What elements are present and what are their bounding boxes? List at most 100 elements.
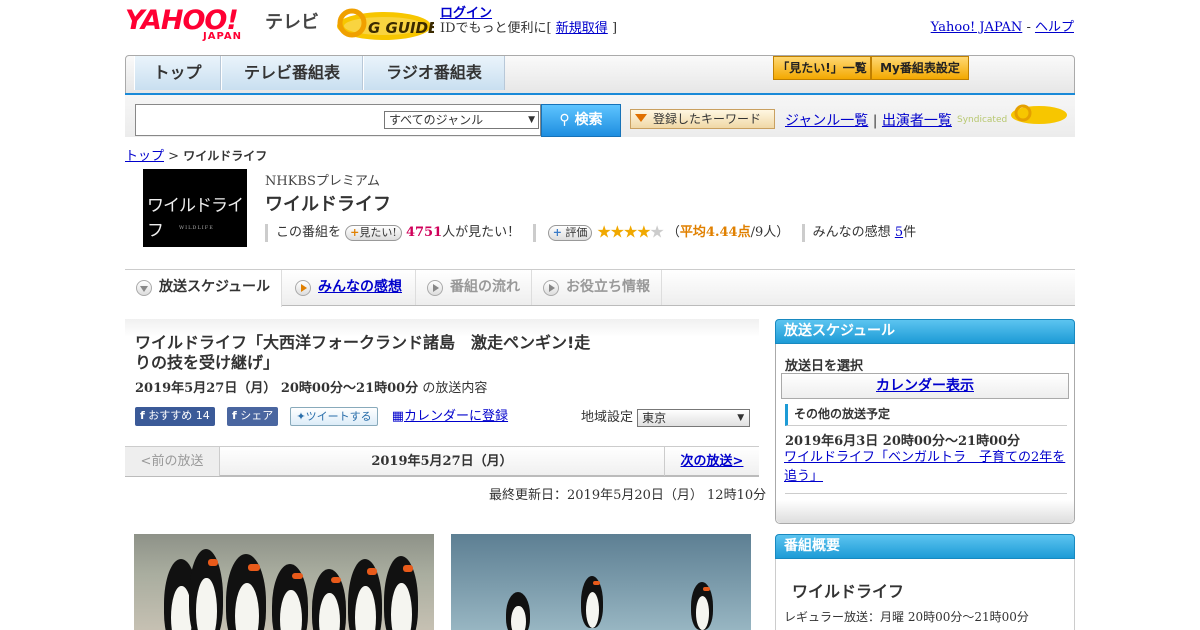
episode-datetime: 2019年5月27日（月） 20時00分～21時00分	[135, 381, 419, 396]
program-title: ワイルドライフ	[265, 194, 391, 215]
gguide-logo-text: G GUIDE	[368, 19, 434, 37]
gguide-logo: G GUIDE	[334, 6, 439, 42]
syndicated-label: Syndicated	[957, 115, 1007, 125]
genre-list-link[interactable]: ジャンル一覧	[785, 113, 868, 129]
penguin-shape	[581, 576, 603, 628]
help-link[interactable]: ヘルプ	[1035, 20, 1074, 35]
breadcrumb: トップ > ワイルドライフ	[125, 145, 267, 164]
signup-link[interactable]: 新規取得	[556, 21, 608, 36]
region-setting: 地域設定 東京 ▼	[581, 406, 751, 427]
genre-select[interactable]: すべてのジャンル ▼	[384, 111, 539, 129]
chevron-down-icon: ▼	[737, 412, 745, 423]
thumbnail-subtitle: WILDLIFE	[179, 225, 214, 231]
top-links: Yahoo! JAPAN - ヘルプ	[931, 16, 1074, 35]
registered-keyword-button[interactable]: 登録したキーワード	[630, 109, 775, 129]
episode-title: ワイルドライフ「大西洋フォークランド諸島 激走ペンギン!走りの技を受け継げ」	[135, 333, 591, 372]
tweet-label: ツイートする	[305, 410, 372, 423]
chevron-down-icon: ▼	[528, 115, 535, 125]
dropdown-arrow-icon	[635, 114, 647, 122]
nav-tab-radio-schedule[interactable]: ラジオ番組表	[363, 56, 505, 90]
overview-panel-title: 番組概要	[775, 534, 1075, 559]
tweet-button[interactable]: ✦ツイートする	[290, 407, 378, 426]
mitai-count: 4751	[405, 225, 443, 240]
overview-regular-broadcast: レギュラー放送：月曜 20時00分～21時00分	[784, 610, 1029, 624]
next-broadcast: 次の放送>	[664, 447, 759, 476]
tab-useful-info-label: お役立ち情報	[566, 279, 650, 295]
separator	[265, 223, 268, 242]
tab-program-flow: 番組の流れ	[416, 270, 532, 305]
yahoo-japan-link[interactable]: Yahoo! JAPAN	[931, 20, 1023, 35]
penguin-shape	[691, 582, 713, 630]
prev-broadcast: <前の放送	[125, 447, 220, 476]
schedule-panel-title: 放送スケジュール	[775, 319, 1075, 344]
other-broadcast-date: 2019年6月3日 20時00分～21時00分	[785, 434, 1021, 449]
login-note-end: ]	[611, 21, 618, 36]
region-value: 東京	[642, 410, 667, 425]
rating-average: 平均4.44点	[679, 225, 751, 240]
facebook-share-label: シェア	[240, 409, 274, 422]
social-row: f おすすめ 14 f シェア ✦ツイートする ▦カレンダーに登録	[135, 405, 508, 426]
genre-selected: すべてのジャンル	[389, 113, 484, 127]
nav-tab-top[interactable]: トップ	[134, 56, 221, 90]
login-note: IDでもっと便利に[	[440, 21, 552, 36]
tab-broadcast-schedule[interactable]: 放送スケジュール	[125, 270, 282, 307]
facebook-recommend-button[interactable]: f おすすめ 14	[135, 407, 215, 426]
penguin-shape	[226, 554, 266, 630]
tab-impressions-label: みんなの感想	[318, 279, 402, 295]
other-broadcast-link[interactable]: ワイルドライフ「ベンガルトラ 子育ての2年を追う」	[784, 450, 1065, 484]
overview-program-title: ワイルドライフ	[792, 582, 905, 601]
mitai-button[interactable]: +見たい!	[345, 224, 402, 241]
performer-list-link[interactable]: 出演者一覧	[882, 113, 952, 129]
mitai-list-button[interactable]: 「見たい!」一覧	[773, 56, 871, 80]
episode-date: 2019年5月27日（月） 20時00分～21時00分 の放送内容	[135, 377, 487, 396]
program-info-bar: この番組を +見たい! 4751人が見たい！ + 評価 ★★★★★ （平均4.4…	[265, 221, 917, 243]
region-select[interactable]: 東京 ▼	[637, 408, 751, 427]
facebook-count: 14	[195, 409, 210, 422]
search-button[interactable]: ⚲ 検索	[541, 104, 621, 137]
thumbnail-title: ワイルドライフ	[147, 196, 244, 241]
impressions-suffix: 件	[903, 225, 917, 240]
syndicated-gguide-logo: Syndicated	[957, 102, 1069, 128]
impressions-count-link[interactable]: 5	[895, 225, 903, 240]
rate-button[interactable]: + 評価	[547, 224, 593, 241]
breadcrumb-top-link[interactable]: トップ	[125, 149, 164, 164]
penguin-shape	[506, 592, 530, 630]
next-broadcast-link[interactable]: 次の放送>	[681, 454, 744, 469]
calendar-view-link[interactable]: カレンダー表示	[876, 378, 974, 394]
separator	[532, 223, 536, 242]
yahoo-logo-sub: JAPAN	[203, 31, 242, 42]
facebook-share-button[interactable]: f シェア	[226, 407, 279, 426]
yahoo-japan-logo[interactable]: YAHOO! JAPAN	[125, 6, 260, 43]
penguin-shape	[189, 549, 223, 630]
plus-icon: +	[552, 225, 562, 239]
login-link[interactable]: ログイン	[440, 6, 492, 21]
channel-name: NHKBSプレミアム	[265, 174, 380, 189]
chevron-down-icon	[136, 280, 152, 296]
service-name: テレビ	[265, 12, 319, 33]
schedule-panel-footer	[776, 500, 1074, 523]
nav-tab-tv-schedule[interactable]: テレビ番組表	[221, 56, 363, 90]
play-arrow-icon	[427, 280, 443, 296]
my-schedule-button[interactable]: My番組表設定	[871, 56, 969, 80]
select-day-label: 放送日を選択	[785, 359, 864, 374]
rating-people: /9人）	[750, 225, 790, 240]
mitai-prefix: この番組を	[276, 225, 342, 240]
calendar-register-link[interactable]: ▦カレンダーに登録	[392, 409, 508, 424]
calendar-icon: ▦	[391, 409, 405, 424]
breadcrumb-current: ワイルドライフ	[183, 149, 268, 163]
tab-program-flow-label: 番組の流れ	[450, 279, 520, 295]
episode-photo-penguins-sea	[451, 534, 751, 630]
other-broadcasts-heading: その他の放送予定	[785, 404, 1067, 426]
calendar-view-button[interactable]: カレンダー表示	[781, 373, 1069, 399]
mitai-button-label: 見たい!	[359, 225, 397, 239]
tab-impressions[interactable]: みんなの感想	[284, 270, 416, 305]
current-broadcast-date: 2019年5月27日（月）	[371, 454, 513, 469]
twitter-bird-icon: ✦	[296, 410, 306, 423]
login-area: ログイン IDでもっと便利に[ 新規取得 ]	[440, 6, 617, 36]
impressions-prefix: みんなの感想	[812, 225, 891, 240]
main-nav: トップ テレビ番組表 ラジオ番組表 「見たい!」一覧 My番組表設定	[125, 55, 1075, 98]
calendar-register-label: カレンダーに登録	[404, 409, 509, 424]
search-icon: ⚲	[559, 112, 570, 128]
divider	[785, 493, 1067, 494]
facebook-icon: f	[140, 409, 145, 422]
